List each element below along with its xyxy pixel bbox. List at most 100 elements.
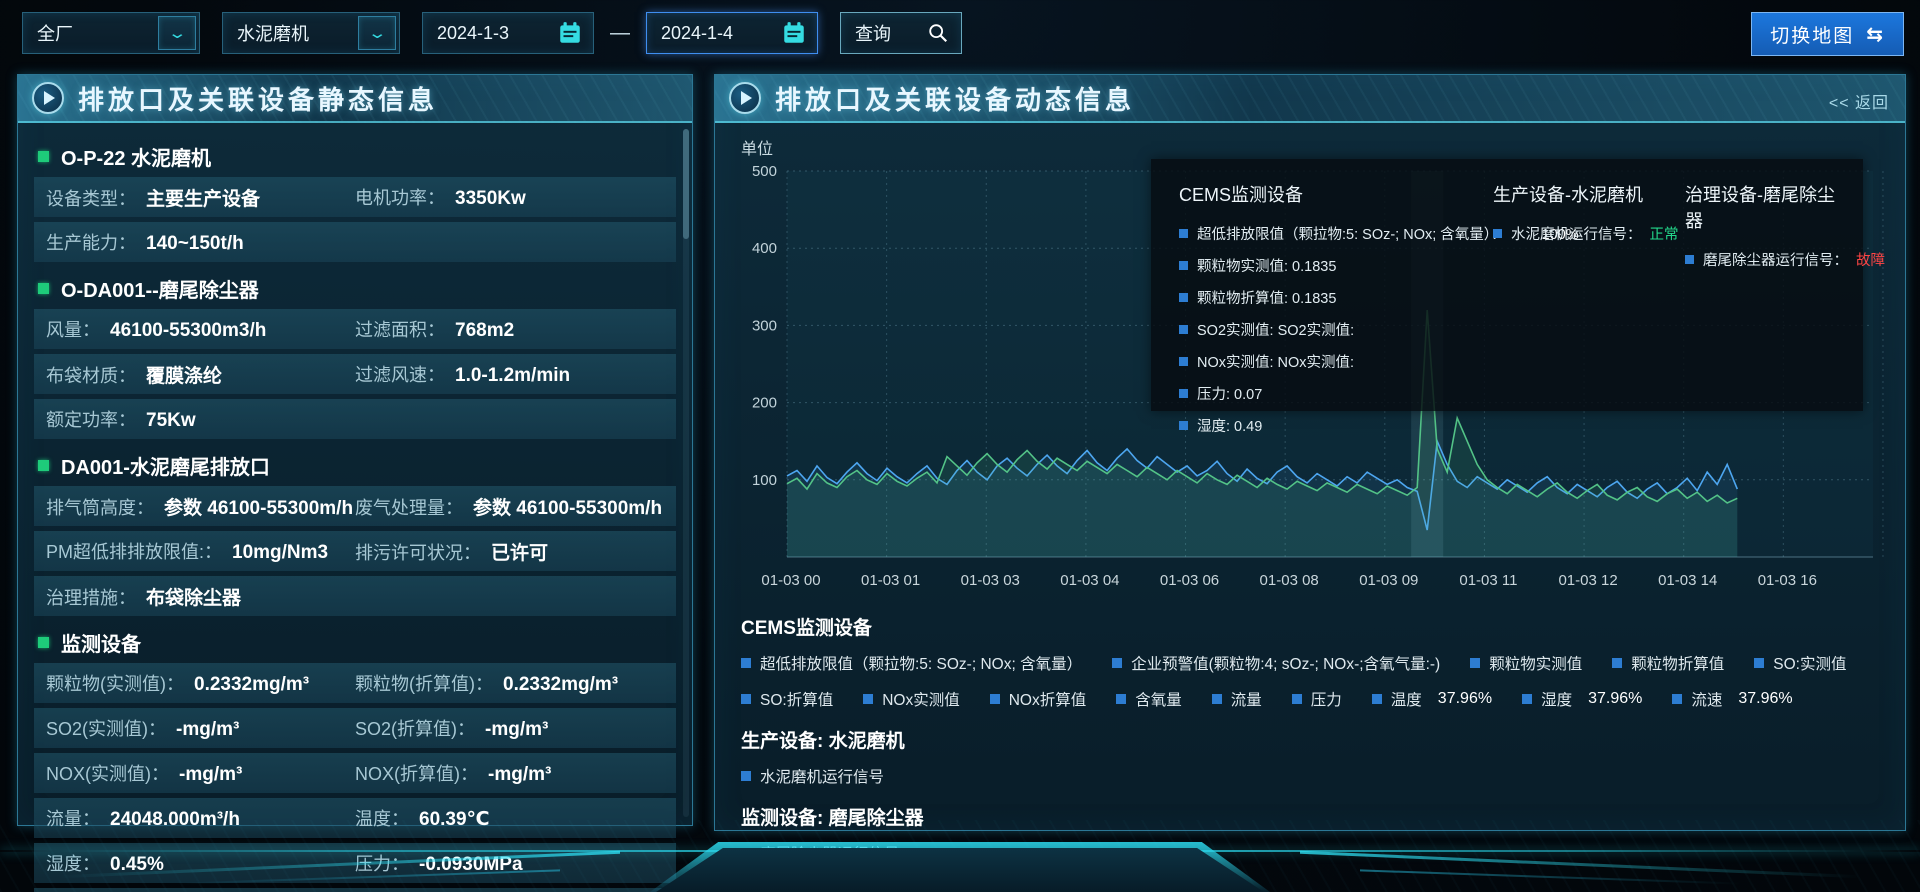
chart-unit-label: 单位 [741, 135, 773, 159]
legend-bullet-icon [1179, 229, 1188, 238]
field-label: 过滤面积： [355, 316, 445, 342]
legend-bullet-icon [1179, 357, 1188, 366]
legend-bullet-icon [1470, 658, 1480, 668]
data-cell: 颗粒物(实测值)：0.2332mg/m³ [46, 670, 355, 696]
legend-item-label: NOx折算值 [1009, 688, 1087, 710]
legend-bullet-icon [1612, 658, 1622, 668]
section-title-text: O-P-22 水泥磨机 [61, 142, 211, 171]
field-label: 设备类型： [46, 185, 136, 211]
tooltip-item-text: 颗粒物折算值: 0.1835 [1197, 287, 1336, 308]
swap-arrows-icon: ⇆ [1866, 22, 1885, 47]
static-info-panel: 排放口及关联设备静态信息 O-P-22 水泥磨机设备类型：主要生产设备电机功率：… [17, 74, 693, 826]
tooltip-item-text: 磨尾除尘器运行信号： [1703, 249, 1848, 270]
tooltip-column-title: 治理设备-磨尾除尘器 [1685, 181, 1835, 233]
data-cell: 排污许可状况：已许可 [355, 538, 664, 565]
legend-bullet-icon [1179, 261, 1188, 270]
legend-item[interactable]: 颗粒物实测值 [1470, 652, 1582, 674]
calendar-icon[interactable] [550, 16, 590, 50]
legend-item-label: 超低排放限值（颗拉物:5: SOz-; NOx; 含氧量） [760, 652, 1082, 674]
legend-item-label: 湿度 [1541, 688, 1572, 710]
svg-text:300: 300 [752, 317, 777, 334]
trend-chart[interactable]: 单位 10020030040050001-03 0001-03 0101-03 … [735, 133, 1885, 593]
data-row: 设备类型：主要生产设备电机功率：3350Kw [34, 177, 676, 217]
legend-item[interactable]: 湿度 37.96% [1522, 688, 1642, 710]
section-bullet-icon [38, 283, 49, 294]
switch-map-button[interactable]: 切换地图 ⇆ [1751, 12, 1904, 56]
device-select-value: 水泥磨机 [223, 20, 323, 46]
legend-item-label: 温度 [1391, 688, 1422, 710]
legend-item[interactable]: 超低排放限值（颗拉物:5: SOz-; NOx; 含氧量） [741, 652, 1082, 674]
dynamic-info-panel-header: 排放口及关联设备动态信息 [715, 75, 1905, 123]
date-range-separator: — [610, 22, 630, 45]
legend-item[interactable]: 企业预警值(颗粒物:4; sOz-; NOx-;含氧气量:-) [1112, 652, 1440, 674]
legend-item-label: 压力 [1311, 688, 1342, 710]
legend-bullet-icon [1685, 255, 1694, 264]
tooltip-column: 生产设备-水泥磨机水泥磨机运行信号：正常 [1493, 181, 1643, 389]
legend-item-value: 37.96% [1588, 690, 1642, 708]
search-icon [918, 16, 958, 50]
static-info-panel-header: 排放口及关联设备静态信息 [18, 75, 692, 123]
start-date-input[interactable]: 2024-1-3 [422, 12, 594, 54]
legend-item-label: 水泥磨机运行信号 [760, 765, 884, 787]
section-title-text: DA001-水泥磨尾排放口 [61, 451, 270, 480]
left-panel-scrollbar[interactable] [683, 129, 689, 817]
legend-item[interactable]: SO:折算值 [741, 688, 833, 710]
field-value: 46100-55300m3/h [110, 320, 266, 342]
field-value: 参数 46100-55300m/h [473, 493, 662, 520]
static-info-list: O-P-22 水泥磨机设备类型：主要生产设备电机功率：3350Kw 生产能力：14… [18, 123, 692, 892]
data-cell: 额定功率：75Kw [46, 406, 355, 432]
legend-item[interactable]: 含氧量 [1116, 688, 1182, 710]
field-label: 湿度： [46, 850, 100, 876]
legend-item[interactable]: NOx实测值 [863, 688, 960, 710]
legend-item[interactable]: SO:实测值 [1754, 652, 1846, 674]
tooltip-item: 颗粒物折算值: 0.1835 [1179, 287, 1451, 308]
section-bullet-icon [38, 637, 49, 648]
svg-text:01-03 08: 01-03 08 [1260, 572, 1319, 589]
field-label: SO2(折算值)： [355, 715, 475, 741]
chevron-down-icon[interactable]: ⌄ [358, 16, 396, 50]
legend-item[interactable]: NOx折算值 [990, 688, 1087, 710]
legend-item[interactable]: 压力 [1292, 688, 1342, 710]
svg-text:100: 100 [752, 472, 777, 489]
data-row: 布袋材质：覆膜涤纶过滤风速：1.0-1.2m/min [34, 354, 676, 394]
data-cell: 生产能力：140~150t/h [46, 229, 355, 255]
legend-item[interactable]: 流量 [1212, 688, 1262, 710]
field-label: 过滤风速： [355, 361, 445, 387]
section-title: O-P-22 水泥磨机 [34, 135, 676, 177]
query-button[interactable]: 查询 [840, 12, 962, 54]
back-link[interactable]: << 返回 [1829, 89, 1889, 113]
legend-item[interactable]: 颗粒物折算值 [1612, 652, 1724, 674]
plant-select-value: 全厂 [23, 20, 87, 46]
section-bullet-icon [38, 460, 49, 471]
field-value: 已许可 [491, 538, 548, 565]
svg-text:01-03 12: 01-03 12 [1558, 572, 1617, 589]
field-label: PM超低排排放限值:： [46, 538, 222, 564]
chart-legend-area: CEMS监测设备超低排放限值（颗拉物:5: SOz-; NOx; 含氧量）企业预… [715, 593, 1905, 864]
legend-bullet-icon [741, 771, 751, 781]
data-row: NOX(实测值)：-mg/m³NOX(折算值)：-mg/m³ [34, 753, 676, 793]
legend-item[interactable]: 温度37.96% [1372, 688, 1492, 710]
legend-bullet-icon [863, 694, 873, 704]
data-row: 治理措施：布袋除尘器 [34, 576, 676, 616]
legend-items: 超低排放限值（颗拉物:5: SOz-; NOx; 含氧量） 企业预警值(颗粒物:4… [741, 652, 1879, 710]
data-row: 生产能力：140~150t/h [34, 222, 676, 262]
chevron-down-icon[interactable]: ⌄ [158, 16, 196, 50]
section-title: O-DA001--磨尾除尘器 [34, 267, 676, 309]
svg-text:01-03 16: 01-03 16 [1758, 572, 1817, 589]
field-label: NOX(实测值)： [46, 760, 169, 786]
legend-item[interactable]: 流速37.96% [1672, 688, 1792, 710]
device-select[interactable]: 水泥磨机 ⌄ [222, 12, 400, 54]
legend-item[interactable]: 磨尾除尘器运行信号 [741, 842, 900, 864]
legend-bullet-icon [1754, 658, 1764, 668]
data-cell: 治理措施：布袋除尘器 [46, 583, 355, 610]
chart-tooltip: CEMS监测设备超低排放限值（颗拉物:5: SOz-; NOx; 含氧量）：10… [1151, 159, 1863, 411]
svg-text:400: 400 [752, 240, 777, 257]
start-date-value: 2024-1-3 [423, 23, 523, 44]
end-date-input[interactable]: 2024-1-4 [646, 12, 818, 54]
plant-select[interactable]: 全厂 ⌄ [22, 12, 200, 54]
legend-item-label: 颗粒物折算值 [1631, 652, 1724, 674]
legend-item[interactable]: 水泥磨机运行信号 [741, 765, 884, 787]
legend-bullet-icon [990, 694, 1000, 704]
field-value: 60.39℃ [419, 808, 490, 831]
calendar-icon[interactable] [774, 16, 814, 50]
